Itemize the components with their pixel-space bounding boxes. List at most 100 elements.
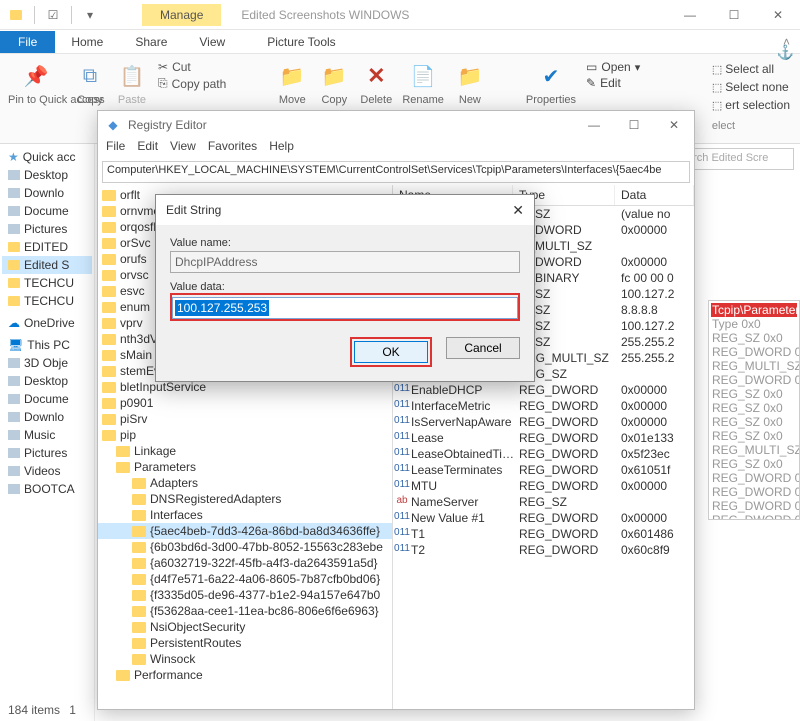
value-row[interactable]: 011New Value #1REG_DWORD0x00000 [393,510,694,526]
cloud-icon: ☁ [8,316,20,330]
pin-button[interactable]: 📌 Pin to Quick access [8,60,64,106]
binary-value-icon: 011 [393,383,411,397]
regedit-close[interactable]: ✕ [654,112,694,138]
binary-value-icon: 011 [393,415,411,429]
maximize-button[interactable]: ☐ [712,1,756,29]
copy-to-button[interactable]: 📁Copy [318,60,350,106]
nav-item[interactable]: EDITED [2,238,92,256]
open-button[interactable]: ▭Open ▾ [586,60,640,74]
cut-button[interactable]: ✂Cut [158,60,226,74]
dialog-close-button[interactable]: ✕ [512,202,524,219]
nav-item[interactable]: Edited S [2,256,92,274]
value-row[interactable]: 011LeaseREG_DWORD0x01e133 [393,430,694,446]
nav-item[interactable]: TECHCU [2,292,92,310]
value-row[interactable]: 011T1REG_DWORD0x601486 [393,526,694,542]
tree-node[interactable]: PersistentRoutes [98,635,392,651]
copy-button[interactable]: ⧉ Copy [74,60,106,106]
tab-home[interactable]: Home [55,31,119,53]
scissors-icon: ✂ [158,60,168,74]
col-data[interactable]: Data [615,185,694,205]
new-folder-button[interactable]: 📁New [454,60,486,106]
qat-checkbox-icon[interactable]: ☑ [41,4,65,26]
folder-icon [102,222,116,233]
tree-node[interactable]: {f3335d05-de96-4377-b1e2-94a157e647b0 [98,587,392,603]
properties-button[interactable]: ✔Properties [526,60,576,106]
invert-selection-button[interactable]: ⬚ ert selection [712,96,790,114]
picture-tools-tab[interactable]: Picture Tools [255,31,347,53]
tree-node[interactable]: Adapters [98,475,392,491]
nav-item[interactable]: Pictures [2,220,92,238]
value-row[interactable]: abNameServerREG_SZ [393,494,694,510]
tab-share[interactable]: Share [119,31,183,53]
value-row[interactable]: 011LeaseObtainedTi…REG_DWORD0x5f23ec [393,446,694,462]
nav-item[interactable]: Desktop [2,166,92,184]
tree-node[interactable]: Interfaces [98,507,392,523]
edit-button[interactable]: ✎Edit [586,76,640,90]
menu-file[interactable]: File [106,139,125,159]
ok-button[interactable]: OK [354,341,428,363]
nav-item[interactable]: Pictures [2,444,92,462]
value-row[interactable]: 011MTUREG_DWORD0x00000 [393,478,694,494]
nav-item[interactable]: TECHCU [2,274,92,292]
close-button[interactable]: ✕ [756,1,800,29]
nav-item[interactable]: ☁OneDrive [2,314,92,332]
value-data-field[interactable]: 100.127.255.253 [172,297,518,319]
nav-pane[interactable]: ★Quick accDesktopDownloDocumePicturesEDI… [0,144,95,721]
tree-node[interactable]: DNSRegisteredAdapters [98,491,392,507]
tree-node[interactable]: p0901 [98,395,392,411]
menu-edit[interactable]: Edit [137,139,158,159]
menu-favorites[interactable]: Favorites [208,139,257,159]
tree-node[interactable]: piSrv [98,411,392,427]
nav-item[interactable]: Docume [2,202,92,220]
drive-icon [8,206,20,216]
delete-button[interactable]: ✕Delete [360,60,392,106]
value-row[interactable]: 011LeaseTerminatesREG_DWORD0x61051f [393,462,694,478]
select-all-button[interactable]: ⬚ Select all [712,60,790,78]
nav-item[interactable]: BOOTCA [2,480,92,498]
value-row[interactable]: 011T2REG_DWORD0x60c8f9 [393,542,694,558]
link-icon: ⎘ [158,76,168,91]
tree-node[interactable]: {d4f7e571-6a22-4a06-8605-7b87cfb0bd06} [98,571,392,587]
tree-node[interactable]: {a6032719-322f-45fb-a4f3-da2643591a5d} [98,555,392,571]
paste-button[interactable]: 📋 Paste [116,60,148,106]
copy-path-button[interactable]: ⎘Copy path [158,76,226,91]
menu-view[interactable]: View [170,139,196,159]
folder-icon [102,430,116,441]
rename-button[interactable]: 📄Rename [402,60,444,106]
tree-node[interactable]: Performance [98,667,392,683]
nav-item[interactable]: Desktop [2,372,92,390]
qat-customize-icon[interactable]: ▾ [78,4,102,26]
menu-help[interactable]: Help [269,139,294,159]
nav-item[interactable]: Music [2,426,92,444]
value-row[interactable]: 011InterfaceMetricREG_DWORD0x00000 [393,398,694,414]
regedit-minimize[interactable]: — [574,112,614,138]
regedit-maximize[interactable]: ☐ [614,112,654,138]
tree-node[interactable]: NsiObjectSecurity [98,619,392,635]
nav-item[interactable]: Downlo [2,184,92,202]
minimize-button[interactable]: — [668,1,712,29]
pin-icon: 📌 [20,60,52,92]
nav-item[interactable]: 🖥This PC [2,336,92,354]
tree-node[interactable]: {6b03bd6d-3d00-47bb-8052-15563c283ebe [98,539,392,555]
nav-item[interactable]: ★Quick acc [2,148,92,166]
cancel-button[interactable]: Cancel [446,337,520,359]
tab-view[interactable]: View [183,31,241,53]
tree-node[interactable]: pip [98,427,392,443]
file-tab[interactable]: File [0,31,55,53]
nav-item[interactable]: Docume [2,390,92,408]
value-row[interactable]: 011EnableDHCPREG_DWORD0x00000 [393,382,694,398]
select-none-button[interactable]: ⬚ Select none [712,78,790,96]
regedit-address-bar[interactable]: Computer\HKEY_LOCAL_MACHINE\SYSTEM\Curre… [102,161,690,183]
value-row[interactable]: 011IsServerNapAwareREG_DWORD0x00000 [393,414,694,430]
search-input[interactable]: arch Edited Scre [682,148,794,170]
tree-node[interactable]: Winsock [98,651,392,667]
nav-item[interactable]: Videos [2,462,92,480]
move-to-button[interactable]: 📁Move [276,60,308,106]
nav-item[interactable]: Downlo [2,408,92,426]
manage-contextual-tab[interactable]: Manage [142,4,221,26]
nav-item[interactable]: 3D Obje [2,354,92,372]
tree-node[interactable]: {5aec4beb-7dd3-426a-86bd-ba8d34636ffe} [98,523,392,539]
tree-node[interactable]: Parameters [98,459,392,475]
tree-node[interactable]: Linkage [98,443,392,459]
tree-node[interactable]: {f53628aa-cee1-11ea-bc86-806e6f6e6963} [98,603,392,619]
